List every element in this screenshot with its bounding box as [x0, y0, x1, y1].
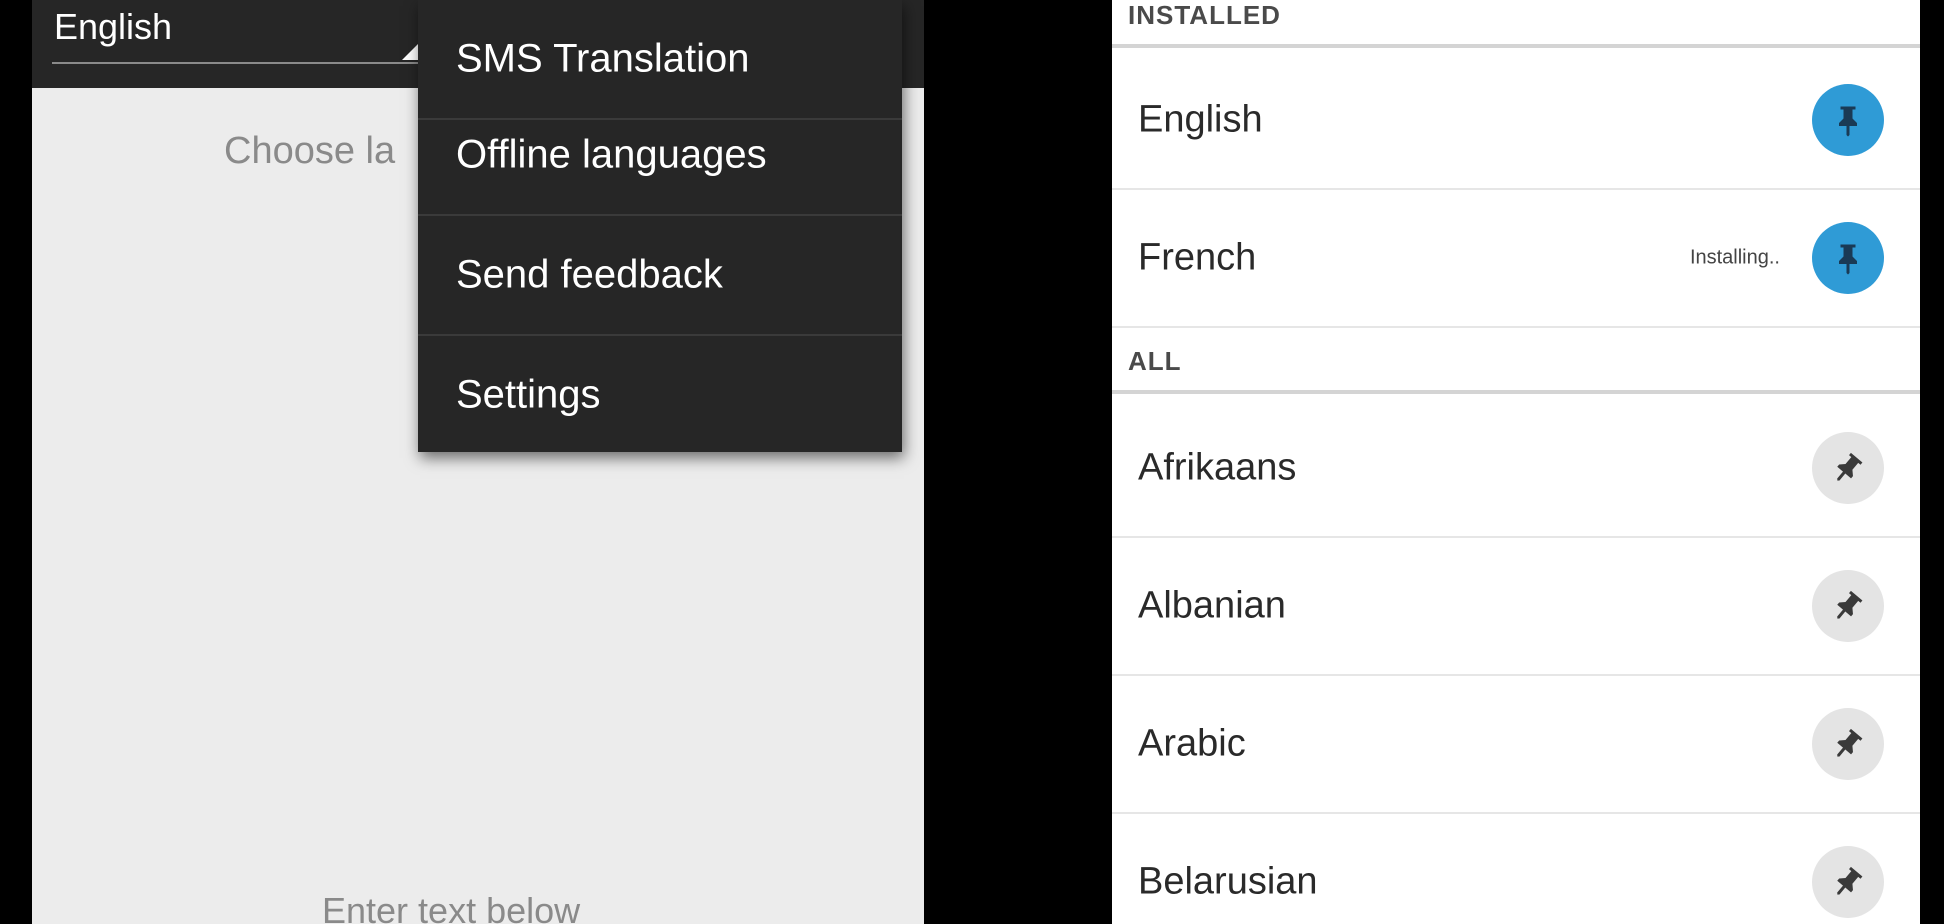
menu-item-offline-languages[interactable]: Offline languages: [418, 96, 902, 216]
menu-item-label: SMS Translation: [456, 36, 750, 81]
all-section-header: ALL: [1128, 346, 1182, 376]
language-name: English: [1138, 98, 1263, 141]
language-name: Belarusian: [1138, 860, 1318, 903]
installed-section-header: INSTALLED: [1128, 0, 1281, 30]
language-row-arabic[interactable]: Arabic: [1112, 676, 1920, 814]
language-row-afrikaans[interactable]: Afrikaans: [1112, 400, 1920, 538]
pin-icon[interactable]: [1812, 84, 1884, 156]
language-name: Afrikaans: [1138, 446, 1297, 489]
section-divider: [1112, 44, 1920, 48]
pin-icon[interactable]: [1812, 222, 1884, 294]
pin-icon[interactable]: [1812, 846, 1884, 918]
menu-item-label: Settings: [456, 372, 601, 417]
language-name: Arabic: [1138, 722, 1246, 765]
language-row-english[interactable]: English: [1112, 52, 1920, 190]
pin-icon[interactable]: [1812, 570, 1884, 642]
section-divider: [1112, 390, 1920, 394]
installing-status: Installing..: [1689, 246, 1780, 269]
language-spinner-value: English: [54, 6, 173, 47]
language-name: Albanian: [1138, 584, 1286, 627]
language-spinner[interactable]: English: [52, 0, 422, 64]
menu-item-label: Send feedback: [456, 252, 723, 297]
pin-icon[interactable]: [1812, 708, 1884, 780]
language-name: French: [1138, 236, 1257, 279]
menu-item-send-feedback[interactable]: Send feedback: [418, 216, 902, 336]
pin-icon[interactable]: [1812, 432, 1884, 504]
overflow-menu: SMS Translation Offline languages Send f…: [418, 0, 902, 452]
choose-language-hint: Choose la: [224, 130, 396, 172]
menu-item-settings[interactable]: Settings: [418, 336, 902, 454]
language-row-belarusian[interactable]: Belarusian: [1112, 814, 1920, 924]
enter-text-hint: Enter text below: [322, 890, 581, 924]
language-row-french[interactable]: French Installing..: [1112, 190, 1920, 328]
offline-languages-screen: INSTALLED English French Installing.. AL…: [1112, 0, 1920, 924]
language-row-albanian[interactable]: Albanian: [1112, 538, 1920, 676]
menu-item-label: Offline languages: [456, 132, 767, 177]
